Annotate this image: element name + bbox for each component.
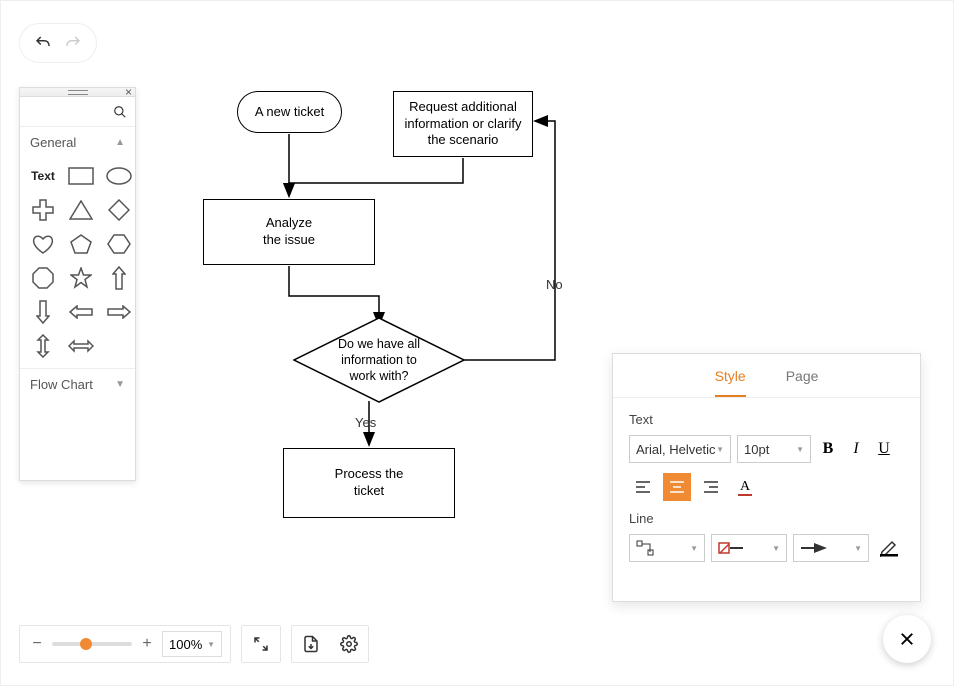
section-general[interactable]: General ▲ (20, 127, 135, 158)
align-right-button[interactable] (697, 473, 725, 501)
props-tabs: Style Page (613, 354, 920, 398)
shape-arrow-updown[interactable] (28, 334, 58, 358)
export-button[interactable] (292, 625, 330, 663)
edge-label-no: No (546, 277, 563, 292)
shape-ellipse[interactable] (104, 164, 134, 188)
chevron-down-icon: ▼ (716, 445, 724, 454)
shape-star[interactable] (66, 266, 96, 290)
shape-arrow-up[interactable] (104, 266, 134, 290)
close-button[interactable] (883, 615, 931, 663)
chevron-down-icon: ▼ (796, 445, 804, 454)
shapes-grid-general: Text (20, 158, 135, 368)
node-text: Process the ticket (335, 466, 404, 500)
shape-arrow-down[interactable] (28, 300, 58, 324)
redo-button[interactable] (63, 33, 83, 53)
bottom-toolbar: − + 100% ▼ (19, 625, 369, 663)
edge-label-yes: Yes (355, 415, 376, 430)
shape-octagon[interactable] (28, 266, 58, 290)
connector-icon (636, 540, 660, 556)
panel-header[interactable]: × (20, 88, 135, 97)
line-color-button[interactable] (875, 534, 903, 562)
font-family-value: Arial, Helvetica (636, 442, 716, 457)
shape-arrow-left[interactable] (66, 300, 96, 324)
font-size-value: 10pt (744, 442, 769, 457)
zoom-group: − + 100% ▼ (19, 625, 231, 663)
zoom-in-button[interactable]: + (138, 635, 156, 653)
node-text: A new ticket (255, 104, 324, 121)
shape-triangle[interactable] (66, 198, 96, 222)
section-general-label: General (30, 135, 76, 150)
shape-heart[interactable] (28, 232, 58, 256)
node-request-info[interactable]: Request additional information or clarif… (393, 91, 533, 157)
font-family-select[interactable]: Arial, Helvetica ▼ (629, 435, 731, 463)
shapes-panel: × General ▲ Text Flow Chart ▼ (19, 87, 136, 481)
section-flowchart-label: Flow Chart (30, 377, 93, 392)
zoom-value-select[interactable]: 100% ▼ (162, 631, 222, 657)
shape-diamond[interactable] (104, 198, 134, 222)
shape-cross[interactable] (28, 198, 58, 222)
settings-button[interactable] (330, 625, 368, 663)
node-process[interactable]: Process the ticket (283, 448, 455, 518)
zoom-value-text: 100% (169, 637, 202, 652)
node-decision[interactable]: Do we have all information to work with? (293, 317, 465, 403)
tab-page[interactable]: Page (786, 368, 819, 397)
tab-style[interactable]: Style (715, 368, 746, 397)
fullscreen-button[interactable] (242, 625, 280, 663)
align-left-button[interactable] (629, 473, 657, 501)
chevron-down-icon: ▼ (115, 379, 125, 390)
chevron-down-icon: ▼ (207, 640, 215, 649)
undo-button[interactable] (33, 33, 53, 53)
shape-arrow-right[interactable] (104, 300, 134, 324)
section-flowchart[interactable]: Flow Chart ▼ (20, 368, 135, 400)
search-icon[interactable] (113, 105, 127, 119)
chevron-down-icon: ▼ (854, 544, 862, 553)
section-label-line: Line (629, 511, 904, 526)
node-new-ticket[interactable]: A new ticket (237, 91, 342, 133)
shape-pentagon[interactable] (66, 232, 96, 256)
align-center-button[interactable] (663, 473, 691, 501)
export-settings-group (291, 625, 369, 663)
props-body: Text Arial, Helvetica ▼ 10pt ▼ B I U (613, 398, 920, 586)
shape-rectangle[interactable] (66, 164, 96, 188)
zoom-slider[interactable] (52, 642, 132, 646)
chevron-up-icon: ▲ (115, 137, 125, 148)
line-start-icon (718, 541, 744, 555)
undo-redo-toolbar (19, 23, 97, 63)
zoom-out-button[interactable]: − (28, 635, 46, 653)
shape-arrow-leftright[interactable] (66, 334, 96, 358)
bold-button[interactable]: B (817, 438, 839, 460)
fullscreen-group (241, 625, 281, 663)
shape-text[interactable]: Text (28, 164, 58, 188)
shapes-search-row (20, 97, 135, 127)
font-size-select[interactable]: 10pt ▼ (737, 435, 811, 463)
zoom-slider-thumb[interactable] (80, 638, 92, 650)
node-text: Analyze the issue (263, 215, 315, 249)
panel-close-button[interactable]: × (125, 85, 132, 99)
line-end-icon (800, 542, 828, 554)
node-text: Do we have all information to work with? (338, 336, 420, 385)
line-connector-select[interactable]: ▼ (629, 534, 705, 562)
line-end-select[interactable]: ▼ (793, 534, 869, 562)
panel-grip[interactable] (68, 90, 88, 94)
line-start-select[interactable]: ▼ (711, 534, 787, 562)
font-color-button[interactable]: A (731, 473, 759, 501)
properties-panel: Style Page Text Arial, Helvetica ▼ 10pt … (612, 353, 921, 602)
underline-button[interactable]: U (873, 438, 895, 460)
node-text: Request additional information or clarif… (404, 99, 521, 150)
chevron-down-icon: ▼ (772, 544, 780, 553)
chevron-down-icon: ▼ (690, 544, 698, 553)
section-label-text: Text (629, 412, 904, 427)
italic-button[interactable]: I (845, 438, 867, 460)
node-analyze[interactable]: Analyze the issue (203, 199, 375, 265)
shape-hexagon[interactable] (104, 232, 134, 256)
